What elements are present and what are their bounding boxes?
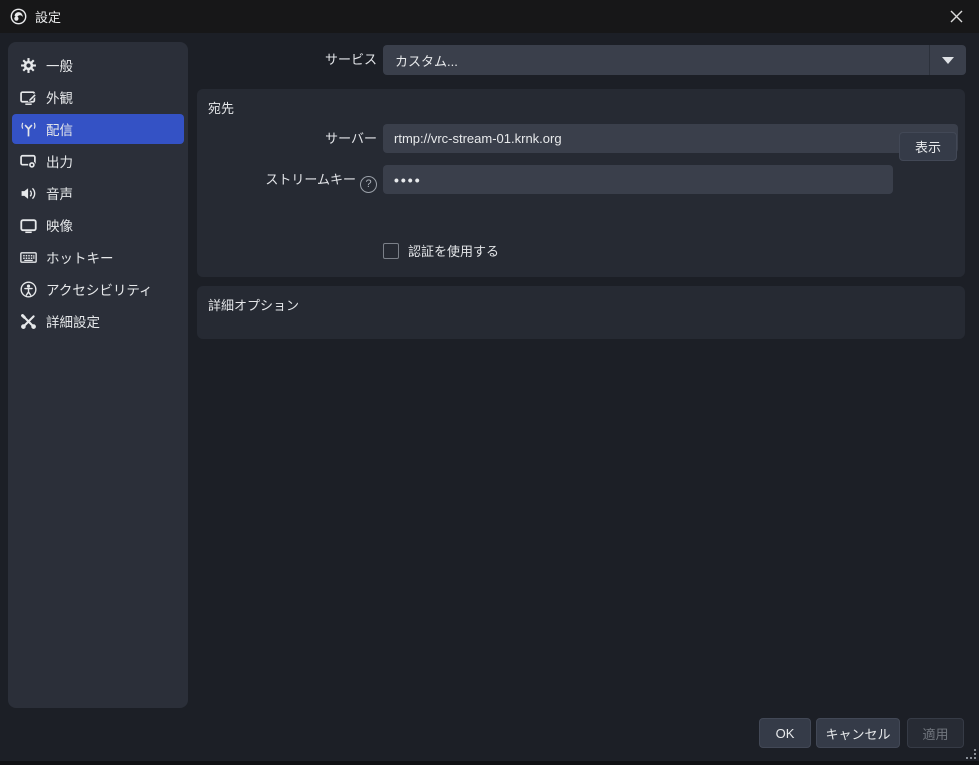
video-icon xyxy=(20,217,37,234)
sidebar-item-label: 音声 xyxy=(46,183,73,203)
resize-grip-icon[interactable] xyxy=(965,747,977,759)
ok-button[interactable]: OK xyxy=(759,718,811,748)
titlebar: 設定 xyxy=(0,0,979,33)
obs-logo-icon xyxy=(10,8,27,25)
accessibility-icon xyxy=(20,281,37,298)
gear-icon xyxy=(20,57,37,74)
sidebar-item-label: 詳細設定 xyxy=(46,311,100,331)
sidebar-item-label: アクセシビリティ xyxy=(46,279,153,299)
sidebar-item-音声[interactable]: 音声 xyxy=(12,178,184,208)
auth-checkbox[interactable] xyxy=(383,243,399,259)
service-dropdown-value: カスタム... xyxy=(383,51,929,70)
sidebar-item-label: 映像 xyxy=(46,215,73,235)
cancel-button[interactable]: キャンセル xyxy=(816,718,900,748)
question-circle-icon[interactable]: ? xyxy=(360,176,377,193)
keyboard-icon xyxy=(20,249,37,266)
tools-icon xyxy=(20,313,37,330)
chevron-down-icon[interactable] xyxy=(929,45,966,75)
destination-panel: 宛先 サーバー ストリームキー? 表示 認証を使用する xyxy=(197,89,965,277)
sidebar-item-出力[interactable]: 出力 xyxy=(12,146,184,176)
sidebar-item-配信[interactable]: 配信 xyxy=(12,114,184,144)
server-label: サーバー xyxy=(197,124,377,153)
sidebar-item-ホットキー[interactable]: ホットキー xyxy=(12,242,184,272)
sidebar-item-label: ホットキー xyxy=(46,247,114,267)
audio-icon xyxy=(20,185,37,202)
appearance-icon xyxy=(20,89,37,106)
output-icon xyxy=(20,153,37,170)
destination-header: 宛先 xyxy=(197,89,965,117)
window-title: 設定 xyxy=(35,7,61,26)
sidebar-item-一般[interactable]: 一般 xyxy=(12,50,184,80)
auth-checkbox-row[interactable]: 認証を使用する xyxy=(383,241,499,260)
sidebar-item-外観[interactable]: 外観 xyxy=(12,82,184,112)
settings-sidebar: 一般外観配信出力音声映像ホットキーアクセシビリティ詳細設定 xyxy=(8,42,188,708)
stream-key-label: ストリームキー? xyxy=(197,165,377,194)
service-dropdown[interactable]: カスタム... xyxy=(383,45,966,75)
server-input[interactable] xyxy=(383,124,958,153)
settings-window: 一般外観配信出力音声映像ホットキーアクセシビリティ詳細設定 サービス カスタム.… xyxy=(0,33,979,761)
advanced-options-panel: 詳細オプション xyxy=(197,286,965,339)
sidebar-item-アクセシビリティ[interactable]: アクセシビリティ xyxy=(12,274,184,304)
auth-checkbox-label: 認証を使用する xyxy=(408,241,499,260)
sidebar-item-label: 配信 xyxy=(46,119,73,139)
stream-key-input[interactable] xyxy=(383,165,893,194)
advanced-options-header: 詳細オプション xyxy=(197,286,965,314)
show-key-button[interactable]: 表示 xyxy=(899,132,957,161)
sidebar-item-label: 出力 xyxy=(46,151,73,171)
sidebar-item-label: 外観 xyxy=(46,87,73,107)
sidebar-item-label: 一般 xyxy=(46,55,73,75)
service-label: サービス xyxy=(197,45,377,75)
broadcast-icon xyxy=(20,121,37,138)
apply-button[interactable]: 適用 xyxy=(907,718,964,748)
close-icon[interactable] xyxy=(933,0,979,33)
sidebar-item-詳細設定[interactable]: 詳細設定 xyxy=(12,306,184,336)
sidebar-item-映像[interactable]: 映像 xyxy=(12,210,184,240)
